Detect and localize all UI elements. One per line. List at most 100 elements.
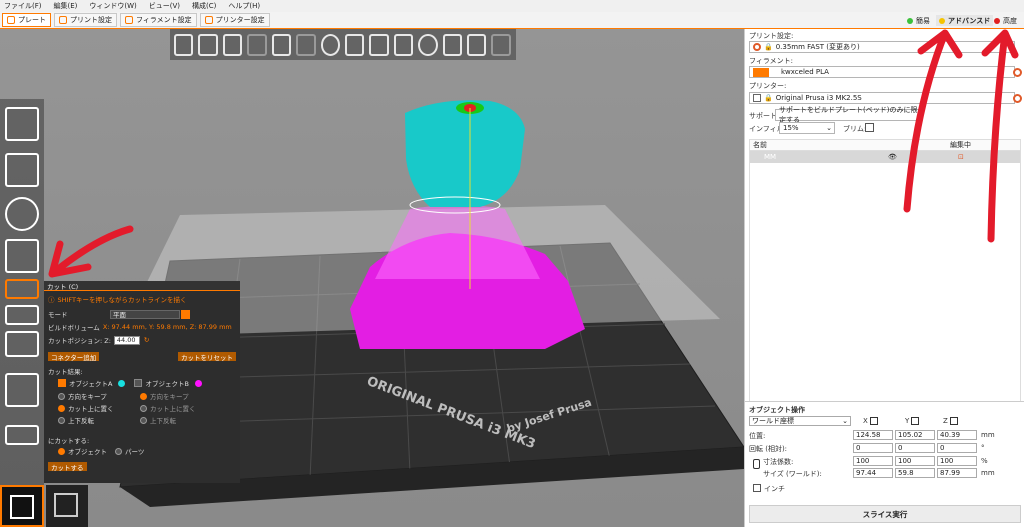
position-label: 位置: bbox=[749, 432, 766, 440]
seam-painting-icon[interactable] bbox=[5, 373, 39, 407]
radio-a-flip[interactable]: 上下反転 bbox=[58, 415, 94, 425]
remove-instance-icon[interactable] bbox=[344, 33, 365, 56]
menu-edit[interactable]: 編集(E) bbox=[54, 1, 78, 11]
radio-b-place[interactable]: カット上に置く bbox=[140, 403, 196, 413]
menu-window[interactable]: ウィンドウ(W) bbox=[89, 1, 136, 11]
split-parts-icon[interactable] bbox=[393, 33, 414, 56]
rotate-icon[interactable] bbox=[5, 197, 39, 231]
position-z-input[interactable]: 40.39 bbox=[937, 430, 977, 440]
reset-cut-button[interactable]: カットをリセット bbox=[178, 352, 236, 362]
rotation-x-input[interactable]: 0 bbox=[853, 443, 893, 453]
checkbox-object-b[interactable] bbox=[134, 379, 143, 387]
red-dot-icon bbox=[994, 17, 1000, 24]
object-a-part bbox=[405, 100, 525, 207]
drop-to-bed-icon[interactable] bbox=[949, 417, 958, 425]
split-objects-icon[interactable] bbox=[369, 33, 389, 56]
menu-view[interactable]: ビュー(V) bbox=[149, 1, 180, 11]
size-x-input[interactable]: 97.44 bbox=[853, 468, 893, 478]
edit-icon[interactable]: ⊡ bbox=[958, 153, 964, 161]
cut-to-label: にカットする: bbox=[48, 437, 90, 445]
paint-support-icon[interactable] bbox=[5, 331, 39, 357]
support-select[interactable]: サポートをビルドプレート(ベッド)のみに限定する bbox=[775, 106, 919, 124]
reset-icon[interactable]: ↻ bbox=[144, 336, 149, 344]
coord-system-select[interactable]: ワールド座標 ⌄ bbox=[749, 416, 851, 426]
copy-icon[interactable] bbox=[271, 33, 292, 56]
cut-position-input[interactable]: 44.00 bbox=[113, 335, 140, 345]
radio-b-flip[interactable]: 上下反転 bbox=[140, 415, 176, 425]
scale-y-input[interactable]: 100 bbox=[895, 456, 935, 466]
scale-z-input[interactable]: 100 bbox=[937, 456, 977, 466]
menu-file[interactable]: ファイル(F) bbox=[4, 1, 42, 11]
mode-simple[interactable]: 簡易 bbox=[904, 15, 933, 26]
3d-viewport[interactable]: ORIGINAL PRUSA i3 MK3 by Josef Prusa カット… bbox=[0, 29, 744, 527]
infill-select[interactable]: 15% ⌄ bbox=[779, 122, 835, 134]
redo-icon[interactable] bbox=[491, 33, 511, 56]
add-icon[interactable] bbox=[174, 33, 194, 56]
search-icon[interactable] bbox=[418, 33, 438, 56]
delete-all-icon[interactable] bbox=[222, 33, 243, 56]
col-name: 名前 bbox=[753, 141, 767, 149]
tab-print-settings[interactable]: プリント設定 bbox=[54, 13, 117, 27]
position-y-input[interactable]: 105.02 bbox=[895, 430, 935, 440]
add-instance-icon[interactable] bbox=[320, 33, 340, 56]
perform-cut-button[interactable]: カットする bbox=[48, 462, 87, 472]
paste-icon[interactable] bbox=[296, 33, 316, 56]
brim-checkbox[interactable] bbox=[865, 123, 874, 132]
checkbox-object-a[interactable] bbox=[58, 379, 66, 387]
radio-icon bbox=[58, 392, 65, 400]
radio-b-keep[interactable]: 方向をキープ bbox=[140, 391, 189, 401]
mode-select[interactable]: 平面 bbox=[110, 309, 180, 319]
scale-icon[interactable] bbox=[5, 153, 39, 187]
position-x-input[interactable]: 124.58 bbox=[853, 430, 893, 440]
mode-label: アドバンスド bbox=[948, 16, 991, 25]
cut-mirror-icon[interactable] bbox=[5, 305, 39, 325]
move-icon[interactable] bbox=[5, 107, 39, 141]
scale-x-input[interactable]: 100 bbox=[853, 456, 893, 466]
filament-gear-icon[interactable] bbox=[1013, 68, 1022, 77]
radio-a-keep[interactable]: 方向をキープ bbox=[58, 391, 107, 401]
layers-editing-icon[interactable] bbox=[442, 33, 463, 56]
tab-printer-settings[interactable]: プリンター設定 bbox=[199, 13, 270, 27]
mode-advanced[interactable]: アドバンスド bbox=[936, 15, 994, 26]
undo-icon[interactable] bbox=[467, 33, 487, 56]
printer-gear-icon[interactable] bbox=[1013, 94, 1022, 103]
preview-button[interactable] bbox=[46, 485, 88, 527]
tab-plater[interactable]: プレート bbox=[2, 13, 51, 27]
eye-icon[interactable]: 👁 bbox=[888, 153, 958, 161]
rotation-y-input[interactable]: 0 bbox=[895, 443, 935, 453]
add-connector-button[interactable]: コネクター追加 bbox=[48, 352, 100, 362]
radio-parts[interactable] bbox=[115, 447, 122, 455]
slice-now-button[interactable]: スライス実行 bbox=[749, 505, 1021, 523]
lock-icon[interactable] bbox=[753, 459, 760, 469]
size-label: サイズ (ワールド): bbox=[763, 470, 822, 478]
place-on-face-icon[interactable] bbox=[5, 239, 39, 273]
size-y-input[interactable]: 59.8 bbox=[895, 468, 935, 478]
filament-color-swatch[interactable] bbox=[753, 67, 769, 77]
print-settings-combo[interactable]: 🔒 0.35mm FAST (変更あり) bbox=[749, 41, 1015, 53]
rotation-z-input[interactable]: 0 bbox=[937, 443, 977, 453]
radio-objects[interactable] bbox=[58, 447, 65, 455]
inch-checkbox[interactable] bbox=[753, 484, 761, 492]
radio-a-place[interactable]: カット上に置く bbox=[58, 403, 114, 413]
menu-config[interactable]: 構成(C) bbox=[192, 1, 216, 11]
size-z-input[interactable]: 87.99 bbox=[937, 468, 977, 478]
printer-combo[interactable]: 🔒 Original Prusa i3 MK2.5S bbox=[749, 92, 1015, 104]
chevron-down-icon[interactable] bbox=[181, 309, 190, 319]
rotation-unit: ° bbox=[981, 444, 985, 452]
arrange-icon[interactable] bbox=[247, 33, 267, 56]
plater-icon bbox=[7, 16, 15, 24]
radio-objects-label: オブジェクト bbox=[68, 448, 107, 456]
axis-y-label: Y bbox=[905, 417, 910, 425]
measure-icon[interactable] bbox=[5, 425, 39, 445]
3d-view-button[interactable] bbox=[0, 485, 44, 527]
drop-to-bed-icon[interactable] bbox=[869, 417, 878, 425]
mode-expert[interactable]: 高度 bbox=[991, 15, 1020, 26]
object-row[interactable]: MM 👁 ⊡ bbox=[750, 151, 1020, 163]
menu-help[interactable]: ヘルプ(H) bbox=[228, 1, 260, 11]
radio-icon bbox=[58, 404, 65, 412]
tab-filament-settings[interactable]: フィラメント設定 bbox=[120, 13, 197, 27]
filament-combo[interactable]: kwxceled PLA bbox=[749, 66, 1015, 78]
remove-icon[interactable] bbox=[198, 33, 218, 56]
drop-to-bed-icon[interactable] bbox=[911, 417, 920, 425]
cut-icon[interactable] bbox=[5, 279, 39, 299]
